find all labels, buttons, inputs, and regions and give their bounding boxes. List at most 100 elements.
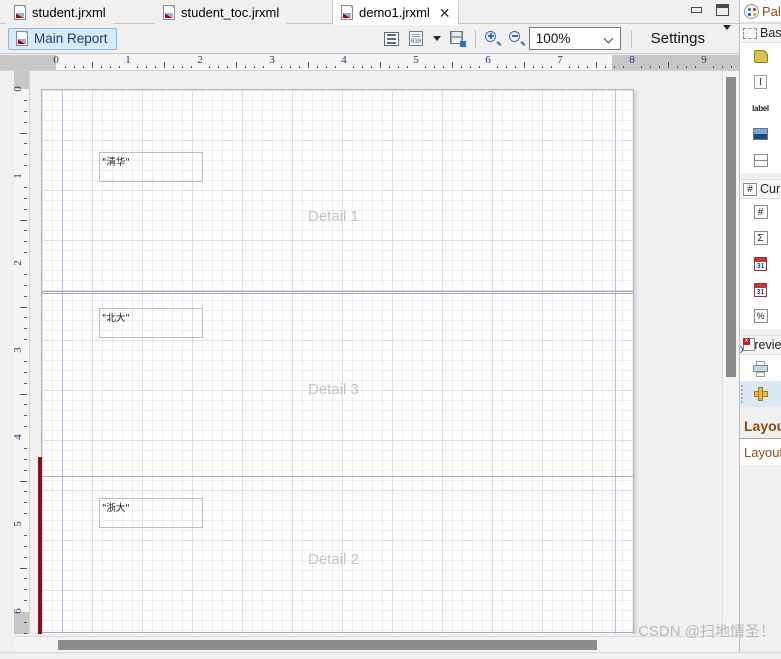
ruler-tick (479, 66, 480, 68)
palette-item-ruler-tool[interactable] (740, 381, 781, 407)
ruler-tick (20, 307, 27, 308)
ruler-tick (515, 66, 516, 68)
palette-icon (744, 3, 759, 19)
ruler-tick (24, 143, 27, 144)
ruler-tick (24, 459, 27, 460)
palette-item-image[interactable] (740, 121, 781, 147)
ruler-tick (24, 296, 27, 297)
ruler-tick (569, 66, 570, 68)
palette-item-current-time[interactable]: 31 (740, 277, 781, 303)
drag-handle-icon[interactable] (741, 383, 745, 405)
palette-section-preview[interactable]: x Preview (740, 335, 781, 355)
compile-report-button[interactable] (446, 27, 470, 51)
settings-dropdown-button[interactable] (723, 24, 731, 48)
tab-label: student_toc.jrxml (181, 4, 280, 20)
xml-source-icon: 010 (408, 31, 423, 46)
palette-item-percentage[interactable]: % (740, 303, 781, 329)
ruler-tick (677, 66, 678, 68)
chevron-down-icon (605, 35, 614, 41)
calendar-day: 31 (756, 263, 765, 270)
horizontal-scrollbar-thumb[interactable] (58, 640, 597, 650)
design-canvas[interactable]: Detail 1 Detail 3 Detail 2 "清华" "北大" "浙大… (30, 71, 739, 634)
tab-demo1-jrxml[interactable]: demo1.jrxml ✕ (332, 0, 459, 25)
ruler-margin-left (0, 55, 56, 70)
tab-student-jrxml[interactable]: student.jrxml (6, 0, 113, 24)
ruler-tick (24, 535, 27, 536)
band-selection-marker[interactable] (38, 457, 42, 634)
zoom-level-value: 100% (535, 31, 571, 46)
tab-student-toc-jrxml[interactable]: student_toc.jrxml (155, 0, 287, 24)
ruler-tick (24, 578, 27, 579)
zoom-level-combobox[interactable]: 100% (528, 27, 621, 50)
ruler-tick (398, 66, 399, 68)
ruler-tick (24, 622, 27, 623)
text-field-beida[interactable]: "北大" (99, 308, 203, 338)
vertical-scrollbar-thumb[interactable] (726, 77, 736, 377)
band-label-detail-1: Detail 1 (308, 208, 359, 225)
text-field-zheda[interactable]: "浙大" (99, 498, 203, 528)
ruler-tick (182, 66, 183, 68)
band-label-detail-2: Detail 2 (308, 551, 359, 568)
band-separator[interactable] (42, 632, 633, 633)
ruler-tick (245, 66, 246, 68)
ruler-tick (24, 600, 27, 601)
ruler-tick (434, 66, 435, 68)
ruler-tick (20, 133, 27, 134)
band-separator[interactable] (42, 293, 633, 294)
toolbar-separator (474, 29, 476, 48)
bottom-strip (0, 652, 781, 659)
settings-label: Settings (650, 30, 705, 47)
ruler-tick (24, 470, 27, 471)
ruler-tick (353, 66, 354, 68)
report-page[interactable]: Detail 1 Detail 3 Detail 2 "清华" "北大" "浙大… (41, 89, 634, 634)
zoom-out-button[interactable] (505, 27, 529, 51)
band-separator[interactable] (42, 291, 633, 292)
window-minimize-icon[interactable] (691, 7, 702, 13)
xml-source-button[interactable]: 010 (404, 27, 428, 51)
palette-section-current-report[interactable]: # Current Report (740, 179, 781, 199)
palette-item-print-preview[interactable] (740, 355, 781, 381)
hash-box-icon: # (743, 182, 757, 196)
ruler-tick (24, 633, 27, 634)
ruler-tick (659, 66, 660, 68)
sigma-icon: Σ (753, 231, 768, 245)
ruler-tick (24, 317, 27, 318)
report-outline-icon (384, 31, 400, 46)
horizontal-scrollbar[interactable] (14, 636, 739, 652)
palette-item-current-date[interactable]: 31 (740, 251, 781, 277)
palette-item-page-number[interactable]: # (740, 199, 781, 225)
text-field-icon: I (754, 75, 767, 89)
close-icon[interactable]: ✕ (439, 6, 451, 20)
palette-item-text-field[interactable]: I (740, 69, 781, 95)
ruler-tick (24, 372, 27, 373)
palette-item-total-pages[interactable]: Σ (740, 225, 781, 251)
palette-item-band-element[interactable] (740, 43, 781, 69)
ruler-tick (623, 66, 624, 68)
ruler-tick (668, 62, 669, 68)
horizontal-ruler[interactable]: 0 1 2 3 4 5 6 7 8 9 (0, 55, 739, 71)
palette-item-static-text[interactable]: label (740, 95, 781, 121)
ruler-tick (686, 66, 687, 68)
report-outline-button[interactable] (380, 27, 404, 51)
settings-button[interactable]: Settings (651, 30, 705, 47)
ruler-tick (20, 481, 27, 482)
calendar-icon: 31 (754, 257, 767, 271)
palette-item-break[interactable] (740, 147, 781, 173)
ruler-label: 6 (485, 55, 491, 66)
main-report-button[interactable]: Main Report (8, 27, 117, 50)
vertical-scrollbar[interactable] (722, 71, 738, 634)
zoom-in-button[interactable] (481, 27, 505, 51)
vertical-ruler[interactable]: 0 1 2 3 4 5 6 (14, 71, 30, 634)
window-maximize-icon[interactable] (716, 4, 729, 16)
ruler-tick (290, 66, 291, 68)
window-controls (691, 0, 729, 20)
ruler-tick (164, 62, 165, 68)
palette-tab[interactable]: Palette (740, 0, 781, 23)
palette-item-layout[interactable]: Layout (740, 439, 781, 465)
ruler-tick (731, 66, 732, 68)
band-separator[interactable] (42, 476, 633, 477)
source-dropdown-button[interactable] (428, 27, 446, 51)
text-field-qinghua[interactable]: "清华" (99, 152, 203, 182)
ruler-tick (83, 66, 84, 68)
palette-section-basic-elements[interactable]: Basic Elements (740, 23, 781, 43)
